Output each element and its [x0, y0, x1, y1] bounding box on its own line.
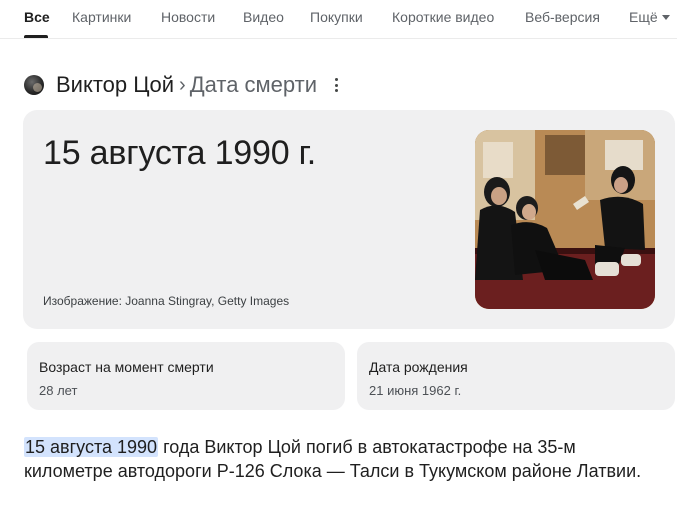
image-credit: Изображение: Joanna Stingray, Getty Imag… [43, 294, 290, 308]
more-options-icon[interactable] [329, 76, 343, 94]
answer-card: 15 августа 1990 г. Изображение: Joanna S… [23, 110, 675, 329]
photo-image [475, 130, 655, 309]
snippet-highlight: 15 августа 1990 [24, 437, 159, 457]
avatar[interactable] [24, 75, 44, 95]
tab-more[interactable]: Ещё [629, 9, 670, 25]
age-at-death-card[interactable]: Возраст на момент смерти 28 лет [27, 342, 345, 410]
entity-name[interactable]: Виктор Цой [56, 72, 174, 98]
age-at-death-label: Возраст на момент смерти [39, 359, 214, 375]
tab-shopping[interactable]: Покупки [310, 9, 363, 25]
tab-web[interactable]: Веб-версия [525, 9, 600, 25]
tab-images[interactable]: Картинки [72, 9, 131, 25]
breadcrumb-separator: › [179, 73, 186, 96]
age-at-death-value: 28 лет [39, 383, 78, 398]
birth-date-value: 21 июня 1962 г. [369, 383, 462, 398]
tab-all[interactable]: Все [24, 9, 50, 25]
answer-snippet: 15 августа 1990 года Виктор Цой погиб в … [24, 435, 654, 483]
tab-short-video[interactable]: Короткие видео [392, 9, 494, 25]
tab-more-label: Ещё [629, 9, 658, 25]
tab-news[interactable]: Новости [161, 9, 215, 25]
birth-date-card[interactable]: Дата рождения 21 июня 1962 г. [357, 342, 675, 410]
birth-date-label: Дата рождения [369, 359, 468, 375]
attribute-name: Дата смерти [189, 72, 318, 97]
death-date: 15 августа 1990 г. [43, 134, 316, 172]
entity-photo[interactable] [475, 130, 655, 309]
chevron-down-icon [661, 14, 670, 20]
tab-video[interactable]: Видео [243, 9, 284, 25]
active-tab-indicator [24, 35, 48, 38]
breadcrumb: Виктор Цой › Дата смерти [24, 71, 343, 99]
search-tabs: Все Картинки Новости Видео Покупки Корот… [0, 0, 677, 39]
